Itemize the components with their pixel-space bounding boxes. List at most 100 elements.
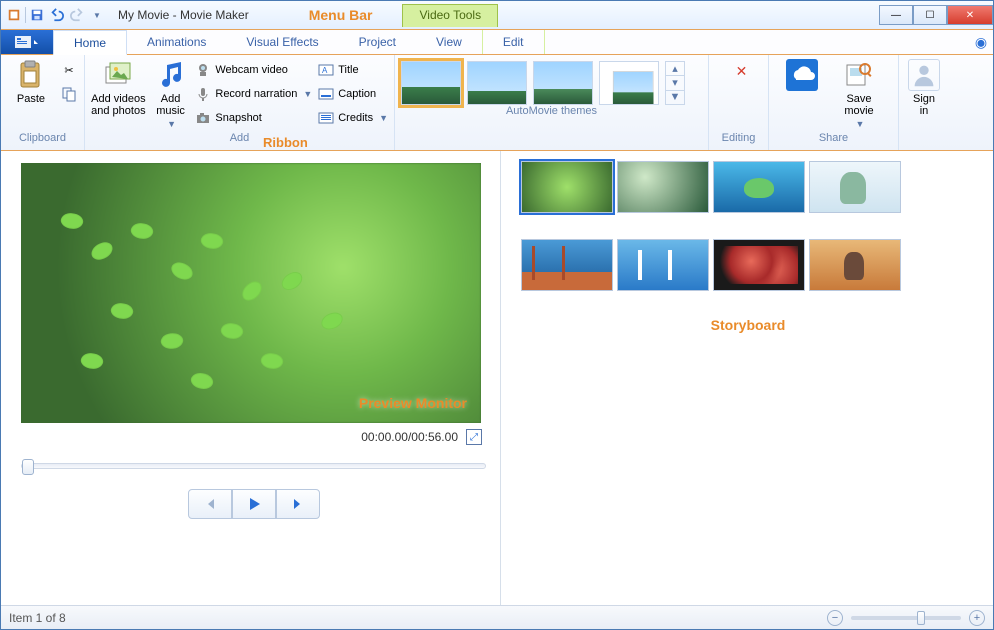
- clip-6[interactable]: [617, 239, 709, 291]
- clip-5[interactable]: [521, 239, 613, 291]
- delete-icon[interactable]: ✕: [736, 63, 748, 80]
- preview-pane: Preview Monitor 00:00.00/00:56.00 ⤢: [1, 151, 501, 607]
- group-label-share: Share: [769, 132, 898, 150]
- group-label-add: Add: [85, 132, 394, 150]
- clip-7[interactable]: [713, 239, 805, 291]
- annotation-ribbon: Ribbon: [263, 135, 308, 150]
- status-bar: Item 1 of 8 − +: [1, 605, 993, 629]
- tab-visual-effects[interactable]: Visual Effects: [226, 30, 338, 54]
- clip-3[interactable]: [713, 161, 805, 213]
- minimize-button[interactable]: —: [879, 5, 913, 25]
- automovie-theme-4[interactable]: [599, 61, 659, 105]
- contextual-tab-video-tools[interactable]: Video Tools: [402, 4, 498, 27]
- annotation-storyboard: Storyboard: [521, 317, 975, 333]
- onedrive-button[interactable]: [775, 59, 829, 91]
- cut-button[interactable]: ✂: [61, 59, 77, 81]
- snapshot-button[interactable]: Snapshot: [195, 107, 312, 129]
- zoom-slider[interactable]: [851, 616, 961, 620]
- microphone-icon: [195, 86, 211, 102]
- qat-dropdown-icon[interactable]: ▼: [88, 6, 106, 24]
- timecode-row: 00:00.00/00:56.00 ⤢: [21, 429, 482, 445]
- group-editing: ✕ Editing: [709, 55, 769, 150]
- fullscreen-icon[interactable]: ⤢: [466, 429, 482, 445]
- group-label-signin: [899, 132, 949, 150]
- clip-2[interactable]: [617, 161, 709, 213]
- clip-8[interactable]: [809, 239, 901, 291]
- credits-button[interactable]: Credits▼: [318, 107, 388, 129]
- play-button[interactable]: [232, 489, 276, 519]
- help-icon[interactable]: ◉: [969, 30, 993, 54]
- annotation-menubar: Menu Bar: [309, 7, 373, 23]
- camera-icon: [195, 110, 211, 126]
- prev-frame-button[interactable]: [188, 489, 232, 519]
- group-label-automovie: AutoMovie themes: [395, 105, 708, 123]
- file-tab[interactable]: [1, 30, 53, 54]
- clipboard-icon: [15, 59, 47, 91]
- seek-thumb[interactable]: [22, 459, 34, 475]
- seek-bar[interactable]: [21, 463, 486, 469]
- status-item-count: Item 1 of 8: [9, 611, 66, 625]
- webcam-video-button[interactable]: Webcam video: [195, 59, 312, 81]
- zoom-out-button[interactable]: −: [827, 610, 843, 626]
- group-clipboard: Paste ✂ Clipboard: [1, 55, 85, 150]
- scissors-icon: ✂: [61, 62, 77, 78]
- sign-in-button[interactable]: Sign in: [905, 59, 943, 117]
- transport-controls: [21, 489, 486, 519]
- next-frame-button[interactable]: [276, 489, 320, 519]
- title-button[interactable]: ATitle: [318, 59, 388, 81]
- automovie-theme-gallery-more[interactable]: ▴▾▼: [665, 61, 685, 105]
- credits-icon: [318, 110, 334, 126]
- save-movie-icon: [843, 59, 875, 91]
- paste-button[interactable]: Paste: [7, 59, 55, 105]
- annotation-preview: Preview Monitor: [359, 395, 467, 411]
- clip-1[interactable]: [521, 161, 613, 213]
- caption-button[interactable]: Caption: [318, 83, 388, 105]
- person-icon: [908, 59, 940, 91]
- zoom-in-button[interactable]: +: [969, 610, 985, 626]
- group-signin: Sign in: [899, 55, 949, 150]
- add-videos-photos-button[interactable]: Add videos and photos: [91, 59, 146, 117]
- onedrive-icon: [786, 59, 818, 91]
- group-label-editing: Editing: [709, 132, 768, 150]
- app-icon[interactable]: [5, 6, 23, 24]
- record-narration-button[interactable]: Record narration▼: [195, 83, 312, 105]
- tab-edit[interactable]: Edit: [482, 30, 545, 54]
- caption-icon: [318, 86, 334, 102]
- copy-button[interactable]: [61, 83, 77, 105]
- preview-monitor[interactable]: Preview Monitor: [21, 163, 481, 423]
- save-movie-button[interactable]: Save movie▼: [835, 59, 883, 129]
- tab-animations[interactable]: Animations: [127, 30, 226, 54]
- automovie-theme-3[interactable]: [533, 61, 593, 105]
- storyboard-pane[interactable]: Storyboard: [501, 151, 993, 607]
- group-label-clipboard: Clipboard: [1, 132, 84, 150]
- group-add: Add videos and photos Add music▼ Webcam …: [85, 55, 395, 150]
- copy-icon: [61, 86, 77, 102]
- group-share: Save movie▼ Share: [769, 55, 899, 150]
- clip-4[interactable]: [809, 161, 901, 213]
- ribbon-tabs: Home Animations Visual Effects Project V…: [1, 29, 993, 55]
- save-icon[interactable]: [28, 6, 46, 24]
- zoom-thumb[interactable]: [917, 611, 925, 625]
- storyboard-row-1: [521, 161, 975, 213]
- tab-view[interactable]: View: [416, 30, 482, 54]
- automovie-theme-1[interactable]: [401, 61, 461, 105]
- close-button[interactable]: ✕: [947, 5, 993, 25]
- title-icon: A: [318, 62, 334, 78]
- undo-icon[interactable]: [48, 6, 66, 24]
- maximize-button[interactable]: ☐: [913, 5, 947, 25]
- timecode: 00:00.00/00:56.00: [361, 430, 458, 444]
- music-note-icon: [155, 59, 187, 91]
- storyboard-row-2: [521, 239, 975, 291]
- tab-home[interactable]: Home: [53, 30, 127, 55]
- ribbon: Paste ✂ Clipboard Add videos and photos …: [1, 55, 993, 151]
- quick-access-toolbar: ▼: [1, 6, 110, 24]
- photo-stack-icon: [102, 59, 134, 91]
- add-music-button[interactable]: Add music▼: [152, 59, 190, 129]
- automovie-theme-2[interactable]: [467, 61, 527, 105]
- group-automovie: ▴▾▼ AutoMovie themes: [395, 55, 709, 150]
- main-area: Preview Monitor 00:00.00/00:56.00 ⤢ Stor…: [1, 151, 993, 607]
- redo-icon[interactable]: [68, 6, 86, 24]
- tab-project[interactable]: Project: [339, 30, 416, 54]
- svg-text:A: A: [322, 66, 328, 75]
- qat-separator: [25, 7, 26, 23]
